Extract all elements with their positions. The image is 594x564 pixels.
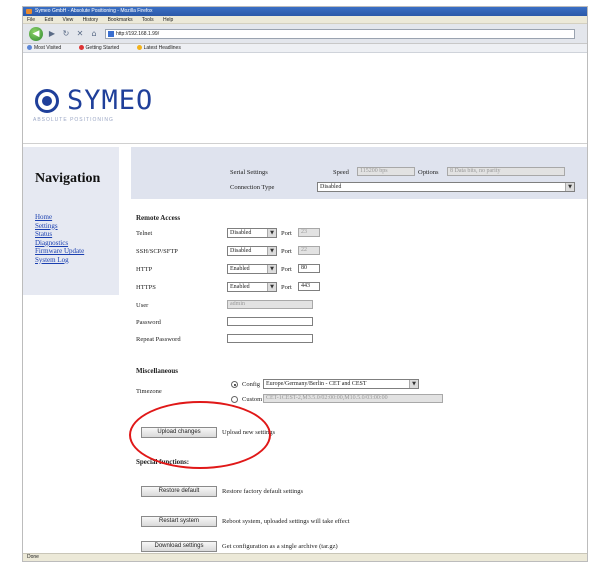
chevron-down-icon: ▼ (267, 283, 276, 291)
ssh-port-field[interactable]: 22 (298, 246, 320, 255)
miscellaneous-heading: Miscellaneous (136, 367, 178, 375)
timezone-config-select[interactable]: Europe/Germany/Berlin - CET and CEST ▼ (263, 379, 419, 389)
telnet-port-label: Port (281, 230, 292, 237)
window-title: Symeo GmbH - Absolute Positioning - Mozi… (35, 8, 153, 14)
https-select[interactable]: Enabled ▼ (227, 282, 277, 292)
connection-type-value: Disabled (320, 184, 342, 190)
bookmarks-toolbar: Most Visited Getting Started Latest Head… (23, 44, 587, 53)
restore-default-button[interactable]: Restore default (141, 486, 217, 497)
restart-system-button[interactable]: Restart system (141, 516, 217, 527)
download-settings-button[interactable]: Download settings (141, 541, 217, 552)
remote-access-heading: Remote Access (136, 214, 181, 222)
timezone-custom-label: Custom (242, 396, 263, 403)
status-text: Done (27, 554, 39, 560)
menu-history[interactable]: History (83, 17, 99, 23)
browser-window: Symeo GmbH - Absolute Positioning - Mozi… (22, 6, 588, 562)
restart-system-description: Reboot system, uploaded settings will ta… (222, 518, 350, 525)
navigation-title: Navigation (35, 171, 101, 186)
logo-circle-icon (35, 89, 59, 113)
timezone-label: Timezone (136, 388, 162, 395)
menu-edit[interactable]: Edit (44, 17, 53, 23)
firefox-icon (26, 9, 32, 14)
nav-link-status[interactable]: Status (35, 230, 84, 239)
logo-wordmark: SYMEO (67, 85, 154, 116)
header-divider (23, 143, 587, 144)
title-bar: Symeo GmbH - Absolute Positioning - Mozi… (23, 7, 587, 16)
menu-view[interactable]: View (62, 17, 73, 23)
forward-arrow-icon[interactable]: ▶ (47, 29, 57, 39)
options-field[interactable]: 8 Data bits, no parity (447, 167, 565, 176)
https-port-field[interactable]: 443 (298, 282, 320, 291)
chevron-down-icon: ▼ (267, 247, 276, 255)
options-label: Options (418, 169, 439, 176)
timezone-config-radio[interactable] (231, 381, 238, 388)
menu-help[interactable]: Help (163, 17, 173, 23)
http-port-field[interactable]: 80 (298, 264, 320, 273)
https-value: Enabled (230, 284, 250, 290)
timezone-config-label: Config (242, 381, 261, 388)
nav-link-home[interactable]: Home (35, 213, 84, 222)
password-label: Password (136, 319, 161, 326)
reload-icon[interactable]: ↻ (61, 29, 71, 39)
url-text: http://192.168.1.99/ (116, 31, 160, 37)
navigation-links: Home Settings Status Diagnostics Firmwar… (35, 213, 84, 264)
rss-icon (136, 45, 142, 50)
repeat-password-label: Repeat Password (136, 336, 181, 343)
menu-file[interactable]: File (27, 17, 35, 23)
user-label: User (136, 302, 149, 309)
https-port-label: Port (281, 284, 292, 291)
bookmark-latest-headlines[interactable]: Latest Headlines (136, 45, 189, 51)
password-field[interactable] (227, 317, 313, 326)
home-icon[interactable]: ⌂ (89, 29, 99, 39)
chevron-down-icon: ▼ (409, 380, 418, 388)
timezone-custom-radio[interactable] (231, 396, 238, 403)
repeat-password-field[interactable] (227, 334, 313, 343)
telnet-value: Disabled (230, 230, 252, 236)
http-select[interactable]: Enabled ▼ (227, 264, 277, 274)
nav-link-firmware-update[interactable]: Firmware Update (35, 247, 84, 256)
serial-settings-label: Serial Settings (230, 169, 268, 176)
nav-link-settings[interactable]: Settings (35, 222, 84, 231)
menu-bookmarks[interactable]: Bookmarks (108, 17, 133, 23)
timezone-config-value: Europe/Germany/Berlin - CET and CEST (266, 381, 367, 387)
menu-tools[interactable]: Tools (142, 17, 154, 23)
bookmark-getting-started[interactable]: Getting Started (78, 45, 128, 51)
telnet-select[interactable]: Disabled ▼ (227, 228, 277, 238)
telnet-label: Telnet (136, 230, 153, 237)
https-label: HTTPS (136, 284, 156, 291)
timezone-custom-field[interactable]: CET-1CEST-2,M3.5.0/02:00:00,M10.5.0/03:0… (263, 394, 443, 403)
chevron-down-icon: ▼ (267, 265, 276, 273)
navigation-toolbar: ◀ ▶ ↻ ✕ ⌂ http://192.168.1.99/ (23, 24, 587, 44)
stop-icon[interactable]: ✕ (75, 29, 85, 39)
http-value: Enabled (230, 266, 250, 272)
speed-label: Speed (333, 169, 349, 176)
ssh-value: Disabled (230, 248, 252, 254)
nav-link-system-log[interactable]: System Log (35, 256, 84, 265)
bookmark-most-visited[interactable]: Most Visited (27, 45, 69, 51)
speed-field[interactable]: 115200 bps (357, 167, 415, 176)
site-icon (108, 31, 114, 37)
ssh-label: SSH/SCP/SFTP (136, 248, 178, 255)
chevron-down-icon: ▼ (267, 229, 276, 237)
ssh-port-label: Port (281, 248, 292, 255)
user-field[interactable]: admin (227, 300, 313, 309)
chevron-down-icon: ▼ (565, 183, 574, 191)
telnet-port-field[interactable]: 23 (298, 228, 320, 237)
nav-link-diagnostics[interactable]: Diagnostics (35, 239, 84, 248)
menu-bar: File Edit View History Bookmarks Tools H… (23, 16, 587, 24)
connection-type-select[interactable]: Disabled ▼ (317, 182, 575, 192)
http-port-label: Port (281, 266, 292, 273)
logo-tagline: ABSOLUTE POSITIONING (33, 117, 114, 123)
restore-default-description: Restore factory default settings (222, 488, 304, 495)
download-settings-description: Get configuration as a single archive (t… (222, 543, 338, 550)
highlight-ellipse (129, 401, 271, 469)
connection-type-label: Connection Type (230, 184, 275, 191)
firefox-icon (78, 45, 84, 50)
bookmark-icon (27, 45, 32, 50)
ssh-select[interactable]: Disabled ▼ (227, 246, 277, 256)
http-label: HTTP (136, 266, 153, 273)
status-bar: Done (23, 553, 587, 561)
address-bar[interactable]: http://192.168.1.99/ (105, 29, 575, 39)
back-arrow-icon[interactable]: ◀ (29, 27, 43, 41)
